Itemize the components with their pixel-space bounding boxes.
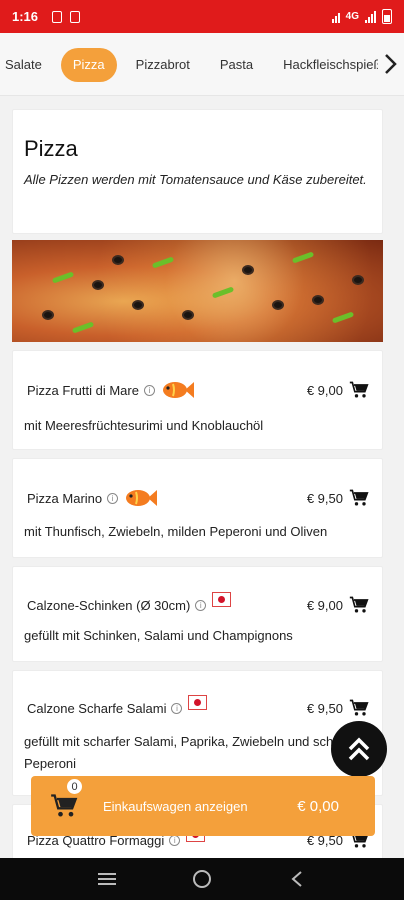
show-cart-button[interactable]: 0 Einkaufswagen anzeigen € 0,00: [31, 776, 375, 836]
add-to-cart-icon[interactable]: [349, 595, 369, 615]
tab-hackfleischspiess[interactable]: Hackfleischspieß: [272, 48, 392, 82]
item-description: mit Meeresfrüchtesurimi und Knoblauchöl: [24, 418, 264, 433]
info-icon[interactable]: i: [195, 599, 207, 611]
shopping-cart-icon: [51, 794, 78, 817]
menu-item[interactable]: Pizza Marino i € 9,50 mit Thunfisch, Zwi…: [12, 458, 383, 558]
menu-item[interactable]: Calzone-Schinken (Ø 30cm) i € 9,00 gefül…: [12, 566, 383, 662]
wifi-signal-icon: [331, 11, 340, 23]
chevron-right-icon[interactable]: [378, 45, 404, 83]
item-name: Calzone-Schinken (Ø 30cm): [27, 597, 191, 613]
add-to-cart-icon[interactable]: [349, 488, 369, 508]
item-name: Pizza Frutti di Mare: [27, 382, 139, 398]
home-circle-icon: [192, 870, 211, 888]
item-price: € 9,00: [306, 597, 343, 613]
add-to-cart-icon[interactable]: [349, 380, 369, 400]
item-name: Pizza Marino: [27, 490, 103, 506]
tab-salate[interactable]: Salate: [0, 48, 53, 82]
battery-icon: [382, 9, 392, 24]
cart-count-badge: 0: [66, 778, 83, 795]
home-button[interactable]: [190, 867, 214, 891]
double-chevron-up-icon: [348, 737, 370, 761]
scroll-to-top-button[interactable]: [331, 721, 387, 777]
item-price: € 9,50: [306, 700, 343, 716]
pizza-banner-image: [12, 240, 383, 342]
add-to-cart-icon[interactable]: [349, 698, 369, 718]
info-icon[interactable]: i: [171, 702, 183, 714]
item-name: Calzone Scharfe Salami: [27, 700, 167, 716]
info-icon[interactable]: i: [143, 384, 155, 396]
menu-item[interactable]: Pizza Frutti di Mare i € 9,00 mit Meeres…: [12, 350, 383, 450]
item-description: mit Thunfisch, Zwiebeln, milden Peperoni…: [24, 524, 328, 539]
category-title: Pizza: [24, 136, 78, 161]
item-price: € 9,50: [306, 490, 343, 506]
pork-flag-icon: [188, 694, 208, 710]
pork-flag-icon: [212, 591, 232, 607]
item-price: € 9,00: [306, 382, 343, 398]
item-description: gefüllt mit Schinken, Salami und Champig…: [24, 628, 293, 643]
tab-pizzabrot[interactable]: Pizzabrot: [125, 48, 201, 82]
cart-label: Einkaufswagen anzeigen: [103, 798, 248, 814]
status-time: 1:16: [12, 9, 39, 24]
back-chevron-icon: [291, 871, 302, 887]
app-notification-icon: [70, 10, 81, 23]
recent-apps-button[interactable]: [95, 867, 119, 891]
status-bar: 1:16 4G: [0, 0, 404, 33]
back-button[interactable]: [285, 867, 309, 891]
system-nav-bar: [0, 858, 404, 900]
info-icon[interactable]: i: [169, 834, 181, 846]
category-tab-bar: Salate Pizza Pizzabrot Pasta Hackfleisch…: [0, 33, 404, 96]
cell-signal-icon: [365, 10, 376, 23]
category-description: Alle Pizzen werden mit Tomatensauce und …: [24, 172, 367, 187]
notification-icon: [52, 10, 63, 23]
category-header: Pizza Alle Pizzen werden mit Tomatensauc…: [12, 109, 383, 234]
menu-icon: [98, 873, 117, 885]
category-tabs: Salate Pizza Pizzabrot Pasta Hackfleisch…: [0, 46, 400, 84]
tab-pizza[interactable]: Pizza: [60, 48, 117, 82]
fish-icon: [162, 382, 194, 398]
info-icon[interactable]: i: [107, 492, 119, 504]
fish-icon: [126, 490, 158, 506]
menu-content: Pizza Alle Pizzen werden mit Tomatensauc…: [12, 109, 383, 864]
item-description: gefüllt mit scharfer Salami, Paprika, Zw…: [24, 734, 360, 771]
network-type: 4G: [345, 11, 359, 22]
cart-total: € 0,00: [297, 797, 339, 815]
tab-pasta[interactable]: Pasta: [209, 48, 264, 82]
